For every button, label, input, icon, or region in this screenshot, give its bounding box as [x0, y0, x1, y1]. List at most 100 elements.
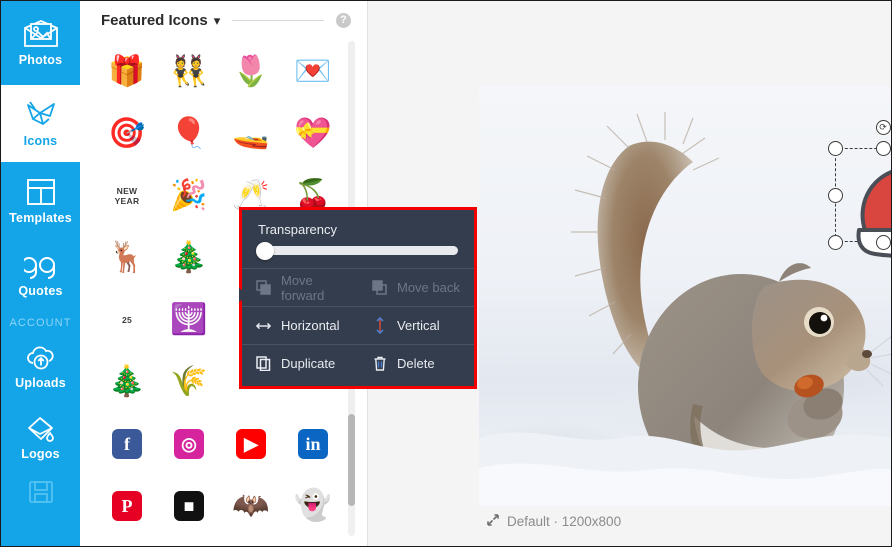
- transparency-label: Transparency: [258, 222, 337, 237]
- flip-horizontal-button[interactable]: Horizontal: [242, 307, 358, 344]
- menorah-icon-glyph: 🕎: [170, 303, 208, 336]
- logo-drop-icon: [24, 415, 58, 443]
- photo-envelope-icon: [22, 19, 60, 49]
- linkedin-icon[interactable]: in: [282, 413, 344, 475]
- love-boat-icon[interactable]: 🚤: [220, 103, 282, 165]
- sidebar-section-account: ACCOUNT: [9, 317, 72, 329]
- calendar-25-icon-text: 25: [121, 315, 133, 325]
- transparency-slider-thumb[interactable]: [256, 241, 274, 260]
- heart-flower-icon[interactable]: 🌷: [220, 41, 282, 103]
- sidebar-item-label: Templates: [9, 210, 72, 225]
- flip-vertical-icon: [372, 317, 387, 334]
- origami-bird-icon: [24, 100, 58, 130]
- panel-scrollbar-thumb[interactable]: [348, 414, 355, 506]
- resize-arrows-icon: [486, 513, 500, 529]
- gift-box-icon[interactable]: 🎁: [96, 41, 158, 103]
- rotate-handle[interactable]: ⟳: [875, 120, 891, 135]
- transparency-slider[interactable]: [256, 241, 458, 260]
- reindeer-icon[interactable]: 🦌: [96, 227, 158, 289]
- facebook-icon[interactable]: f: [96, 413, 158, 475]
- sidebar-item-label: Photos: [18, 53, 63, 67]
- love-letter-icon-glyph: 💌: [294, 55, 332, 88]
- resize-handle-bottom-center[interactable]: [875, 234, 891, 250]
- quote-marks-icon: [20, 252, 58, 280]
- cloud-upload-icon: [24, 344, 58, 372]
- duplicate-icon: [256, 356, 271, 371]
- sidebar-item-icons[interactable]: Icons: [1, 85, 80, 162]
- heart-confetti-icon-glyph: 💝: [294, 117, 332, 150]
- sidebar-item-label: Quotes: [18, 284, 63, 298]
- sidebar-item-photos[interactable]: Photos: [1, 1, 80, 85]
- cornucopia-icon[interactable]: 🌾: [158, 351, 220, 413]
- ghost-icon[interactable]: 👻: [282, 475, 344, 537]
- flip-horizontal-icon: [256, 320, 271, 332]
- move-forward-icon: [256, 280, 271, 295]
- party-popper-icon-glyph: 🎉: [170, 179, 208, 212]
- sidebar-item-logos[interactable]: Logos: [1, 403, 80, 473]
- bat-icon[interactable]: 🦇: [220, 475, 282, 537]
- resize-handle-bottom-left[interactable]: [827, 234, 843, 250]
- instagram-icon[interactable]: ◎: [158, 413, 220, 475]
- new-year-text-icon[interactable]: NEW YEAR: [96, 165, 158, 227]
- left-sidebar: Photos Icons Templates Quotes ACCOUNT Up…: [1, 1, 80, 546]
- pinterest-icon[interactable]: P: [96, 475, 158, 537]
- flip-horizontal-label: Horizontal: [281, 318, 340, 333]
- context-menu-pointer: [239, 288, 248, 302]
- cornucopia-icon-glyph: 🌾: [170, 365, 208, 398]
- selection-bounding-box[interactable]: ⟳: [827, 120, 891, 258]
- christmas-tree-icon-glyph: 🎄: [170, 241, 208, 274]
- resize-handle-top-left[interactable]: [827, 140, 843, 156]
- dancing-couple-icon[interactable]: 👯: [158, 41, 220, 103]
- move-forward-label: Move forward: [281, 272, 325, 303]
- canvas-caption: Default · 1200x800: [486, 513, 621, 529]
- snapchat-icon-badge: ■: [174, 491, 204, 521]
- duplicate-button[interactable]: Duplicate: [242, 345, 358, 382]
- heart-balloon-icon[interactable]: 🎈: [158, 103, 220, 165]
- move-back-button[interactable]: Move back: [358, 269, 474, 306]
- heart-target-icon-glyph: 🎯: [108, 117, 146, 150]
- panel-toolbar: Featured Icons ▾ ?: [80, 1, 367, 39]
- layer-order-section: Move forward Move back: [242, 268, 474, 306]
- christmas-ornament-icon[interactable]: 🎄: [96, 351, 158, 413]
- heart-confetti-icon[interactable]: 💝: [282, 103, 344, 165]
- panel-title[interactable]: Featured Icons: [101, 12, 208, 29]
- calendar-25-icon[interactable]: 25: [96, 289, 158, 351]
- move-back-label: Move back: [397, 280, 460, 295]
- flip-vertical-button[interactable]: Vertical: [358, 307, 474, 344]
- party-popper-icon[interactable]: 🎉: [158, 165, 220, 227]
- layout-grid-icon: [25, 177, 57, 207]
- gift-box-icon-glyph: 🎁: [108, 55, 146, 88]
- flip-section: Horizontal Vertical: [242, 306, 474, 344]
- move-forward-button[interactable]: Move forward: [242, 269, 358, 306]
- christmas-tree-icon[interactable]: 🎄: [158, 227, 220, 289]
- reindeer-icon-glyph: 🦌: [108, 241, 146, 274]
- duplicate-label: Duplicate: [281, 356, 336, 371]
- object-actions-section: Duplicate Delete: [242, 344, 474, 382]
- sidebar-item-quotes[interactable]: Quotes: [1, 239, 80, 311]
- heart-flower-icon-glyph: 🌷: [232, 55, 270, 88]
- resize-handle-middle-left[interactable]: [827, 187, 843, 203]
- sidebar-item-saved[interactable]: [1, 473, 80, 513]
- object-context-menu: Transparency Move forward Move back Hori…: [239, 207, 477, 389]
- chevron-down-icon[interactable]: ▾: [214, 13, 221, 29]
- bat-icon-glyph: 🦇: [232, 489, 270, 522]
- sidebar-item-templates[interactable]: Templates: [1, 162, 80, 239]
- image-editor-window: Photos Icons Templates Quotes ACCOUNT Up…: [0, 0, 892, 547]
- ghost-icon-glyph: 👻: [294, 489, 332, 522]
- youtube-icon-badge: ▶: [236, 429, 266, 459]
- help-icon[interactable]: ?: [336, 12, 351, 28]
- resize-handle-top-center[interactable]: [875, 140, 891, 156]
- santa-hat-sticker[interactable]: [843, 156, 892, 266]
- instagram-icon-badge: ◎: [174, 429, 204, 459]
- sidebar-item-uploads[interactable]: Uploads: [1, 331, 80, 403]
- snapchat-icon[interactable]: ■: [158, 475, 220, 537]
- pinterest-icon-badge: P: [112, 491, 142, 521]
- heart-target-icon[interactable]: 🎯: [96, 103, 158, 165]
- delete-button[interactable]: Delete: [358, 345, 474, 382]
- move-back-icon: [372, 280, 387, 295]
- love-letter-icon[interactable]: 💌: [282, 41, 344, 103]
- menorah-icon[interactable]: 🕎: [158, 289, 220, 351]
- facebook-icon-badge: f: [112, 429, 142, 459]
- canvas-photo[interactable]: ⟳: [479, 86, 891, 506]
- youtube-icon[interactable]: ▶: [220, 413, 282, 475]
